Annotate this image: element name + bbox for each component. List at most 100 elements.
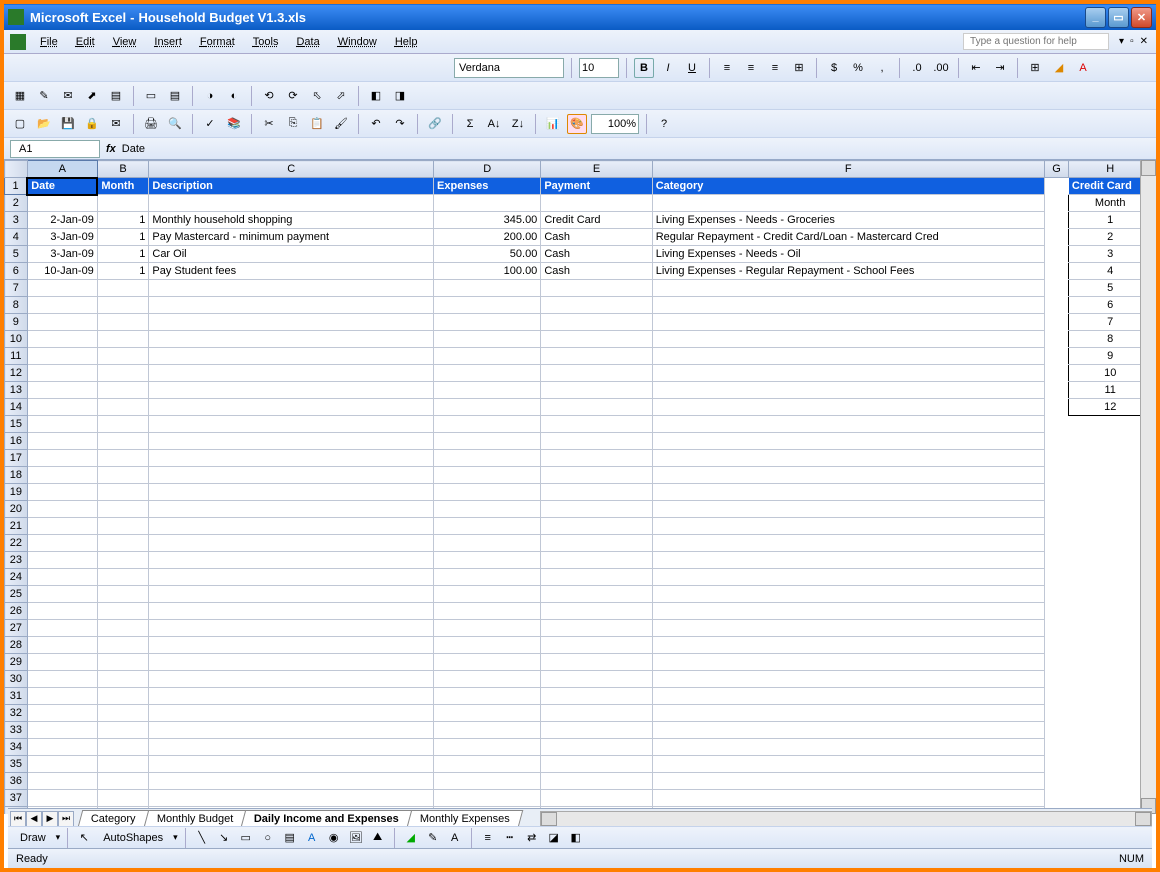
cell[interactable] <box>652 297 1044 314</box>
cell[interactable] <box>541 195 652 212</box>
sheet-tab[interactable]: Daily Income and Expenses <box>241 810 412 827</box>
cell[interactable] <box>149 654 434 671</box>
cell[interactable] <box>97 756 149 773</box>
cell[interactable] <box>149 297 434 314</box>
comma-button[interactable]: , <box>872 58 892 78</box>
cell[interactable] <box>434 484 541 501</box>
cell[interactable] <box>149 433 434 450</box>
draw-menu[interactable]: Draw <box>14 830 52 846</box>
cell[interactable] <box>434 620 541 637</box>
column-header-A[interactable]: A <box>27 161 97 178</box>
chart-wizard-button[interactable]: 📊 <box>543 114 563 134</box>
arrow-style-button[interactable]: ⇄ <box>523 829 541 847</box>
cell[interactable] <box>434 280 541 297</box>
cell[interactable]: Living Expenses - Regular Repayment - Sc… <box>652 263 1044 280</box>
cell[interactable] <box>97 467 149 484</box>
arrow-button[interactable]: ↘ <box>215 829 233 847</box>
cell[interactable] <box>27 705 97 722</box>
select-all-corner[interactable] <box>5 161 28 178</box>
cell[interactable] <box>434 365 541 382</box>
cell[interactable] <box>541 637 652 654</box>
row-header[interactable]: 28 <box>5 637 28 654</box>
tool-icon[interactable]: ✎ <box>34 86 54 106</box>
cell[interactable] <box>27 569 97 586</box>
zoom-select[interactable] <box>591 114 639 134</box>
cell[interactable] <box>541 552 652 569</box>
autoshapes-menu[interactable]: AutoShapes <box>97 830 169 846</box>
cell[interactable] <box>1044 620 1069 637</box>
scroll-up-button[interactable] <box>1141 160 1156 176</box>
menu-edit[interactable]: Edit <box>68 33 103 51</box>
cell[interactable]: Living Expenses - Needs - Oil <box>652 246 1044 263</box>
cell[interactable] <box>1044 569 1069 586</box>
cell[interactable] <box>27 467 97 484</box>
row-header[interactable]: 20 <box>5 501 28 518</box>
sort-asc-button[interactable]: A↓ <box>484 114 504 134</box>
italic-button[interactable]: I <box>658 58 678 78</box>
cell[interactable] <box>652 637 1044 654</box>
cell[interactable] <box>434 348 541 365</box>
cell[interactable] <box>149 552 434 569</box>
format-painter-button[interactable]: 🖌 <box>331 114 351 134</box>
menu-help[interactable]: Help <box>387 33 426 51</box>
row-header[interactable]: 3 <box>5 212 28 229</box>
tab-last-button[interactable]: ⏭ <box>58 811 74 827</box>
cell[interactable] <box>149 348 434 365</box>
cell[interactable] <box>97 365 149 382</box>
cell[interactable]: 345.00 <box>434 212 541 229</box>
help-search-input[interactable] <box>963 33 1109 50</box>
cell[interactable] <box>27 433 97 450</box>
menu-window[interactable]: Window <box>330 33 385 51</box>
row-header[interactable]: 36 <box>5 773 28 790</box>
cell[interactable] <box>27 399 97 416</box>
cell[interactable] <box>1044 688 1069 705</box>
percent-button[interactable]: % <box>848 58 868 78</box>
cell[interactable] <box>541 365 652 382</box>
cell[interactable] <box>97 586 149 603</box>
cell[interactable] <box>27 603 97 620</box>
row-header[interactable]: 35 <box>5 756 28 773</box>
cell[interactable] <box>652 739 1044 756</box>
cell[interactable] <box>27 552 97 569</box>
shadow-button[interactable]: ◪ <box>545 829 563 847</box>
cell[interactable] <box>1044 739 1069 756</box>
horizontal-scrollbar[interactable] <box>540 811 1152 827</box>
cell[interactable] <box>652 331 1044 348</box>
cell[interactable]: 3-Jan-09 <box>27 229 97 246</box>
font-size-select[interactable] <box>579 58 619 78</box>
cell[interactable] <box>541 348 652 365</box>
cell[interactable] <box>27 195 97 212</box>
cell[interactable]: 1 <box>97 263 149 280</box>
row-header[interactable]: 24 <box>5 569 28 586</box>
scroll-left-button[interactable] <box>541 812 557 826</box>
cell[interactable] <box>149 331 434 348</box>
cell[interactable]: 50.00 <box>434 246 541 263</box>
align-center-button[interactable]: ≡ <box>741 58 761 78</box>
line-style-button[interactable]: ≡ <box>479 829 497 847</box>
cell[interactable] <box>652 654 1044 671</box>
oval-button[interactable]: ○ <box>259 829 277 847</box>
cell[interactable] <box>27 314 97 331</box>
column-header-E[interactable]: E <box>541 161 652 178</box>
row-header[interactable]: 23 <box>5 552 28 569</box>
cell[interactable] <box>434 331 541 348</box>
cell[interactable] <box>434 637 541 654</box>
tool-icon[interactable]: ▦ <box>10 86 30 106</box>
hyperlink-button[interactable]: 🔗 <box>425 114 445 134</box>
cell[interactable] <box>27 297 97 314</box>
cell[interactable]: Living Expenses - Needs - Groceries <box>652 212 1044 229</box>
cell[interactable] <box>97 331 149 348</box>
cell[interactable] <box>434 654 541 671</box>
name-box[interactable] <box>10 140 100 158</box>
cell[interactable] <box>541 790 652 807</box>
cell[interactable] <box>1044 603 1069 620</box>
cell[interactable] <box>434 450 541 467</box>
row-header[interactable]: 21 <box>5 518 28 535</box>
cell[interactable] <box>149 773 434 790</box>
select-objects-button[interactable]: ↖ <box>75 829 93 847</box>
cell[interactable]: Description <box>149 178 434 195</box>
cell[interactable] <box>652 348 1044 365</box>
cell[interactable] <box>27 637 97 654</box>
cell[interactable] <box>541 535 652 552</box>
cell[interactable]: Monthly household shopping <box>149 212 434 229</box>
